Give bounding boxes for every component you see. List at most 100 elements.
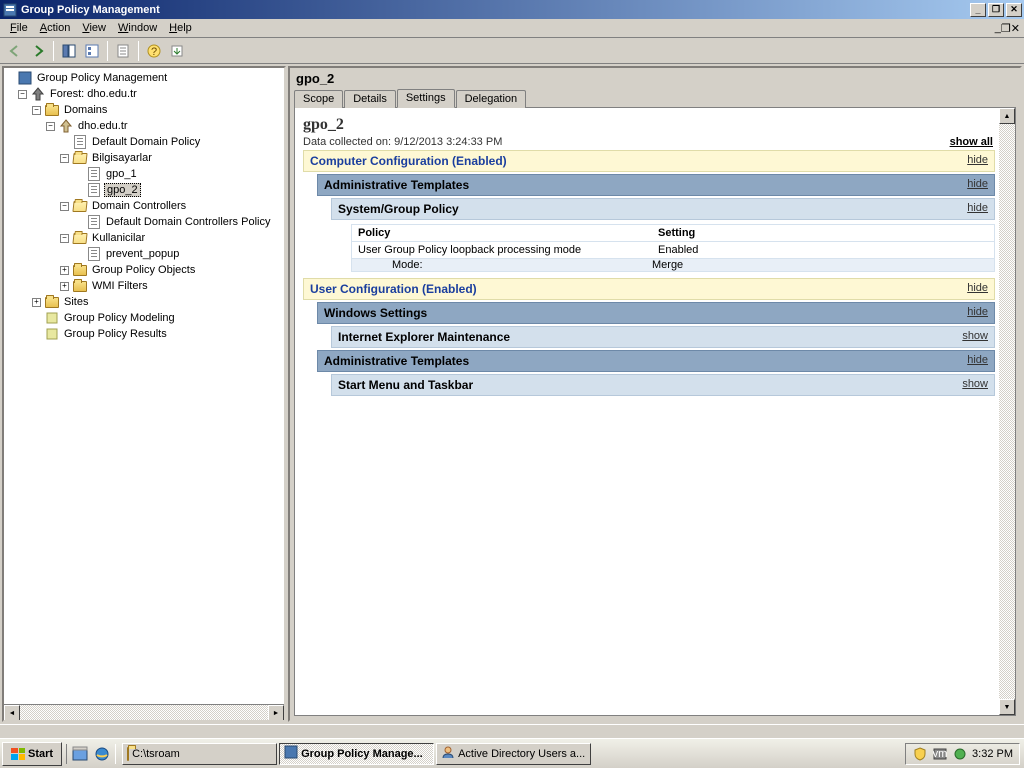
section-user-configuration[interactable]: User Configuration (Enabled) hide [303, 278, 995, 300]
window-titlebar: Group Policy Management _ ❐ ✕ [0, 0, 1024, 19]
windows-logo-icon [11, 748, 25, 760]
collapse-icon[interactable]: − [60, 154, 69, 163]
tree-ou-bilgisayarlar[interactable]: Bilgisayarlar [90, 152, 154, 164]
start-button[interactable]: Start [2, 742, 62, 766]
collapse-icon[interactable]: − [46, 122, 55, 131]
tree-ddcp[interactable]: Default Domain Controllers Policy [104, 216, 272, 228]
tree-forest[interactable]: Forest: dho.edu.tr [48, 88, 139, 100]
tree-gp-results[interactable]: Group Policy Results [62, 328, 169, 340]
ie-icon[interactable] [92, 744, 112, 764]
hide-link[interactable]: hide [967, 202, 988, 216]
menu-file[interactable]: File [4, 21, 34, 35]
help-button[interactable]: ? [143, 40, 165, 62]
collapse-icon[interactable]: − [60, 234, 69, 243]
scroll-left-button[interactable]: ◄ [4, 705, 20, 721]
folder-icon [44, 102, 60, 118]
collapse-icon[interactable]: − [18, 90, 27, 99]
report-scrollbar[interactable]: ▲ ▼ [999, 108, 1015, 715]
tree-sites[interactable]: Sites [62, 296, 90, 308]
svg-text:vm: vm [933, 748, 947, 760]
section-computer-configuration[interactable]: Computer Configuration (Enabled) hide [303, 150, 995, 172]
tree-domains[interactable]: Domains [62, 104, 109, 116]
tree-gp-modeling[interactable]: Group Policy Modeling [62, 312, 177, 324]
tree-ou-kullanicilar[interactable]: Kullanicilar [90, 232, 147, 244]
scroll-down-button[interactable]: ▼ [999, 699, 1015, 715]
tab-delegation[interactable]: Delegation [456, 90, 527, 108]
tree-horizontal-scrollbar[interactable]: ◄ ► [4, 704, 284, 720]
restore-button[interactable]: ❐ [988, 3, 1004, 17]
export-button[interactable] [166, 40, 188, 62]
gpo-link-icon [86, 182, 102, 198]
menu-help[interactable]: Help [163, 21, 198, 35]
show-desktop-icon[interactable] [70, 744, 90, 764]
tree-domain[interactable]: dho.edu.tr [76, 120, 130, 132]
forward-button[interactable] [27, 40, 49, 62]
scroll-up-button[interactable]: ▲ [999, 108, 1015, 124]
tree-ddp[interactable]: Default Domain Policy [90, 136, 202, 148]
toolbar: ? [0, 38, 1024, 64]
section-ie-maintenance[interactable]: Internet Explorer Maintenance show [331, 326, 995, 348]
section-system-group-policy[interactable]: System/Group Policy hide [331, 198, 995, 220]
close-button[interactable]: ✕ [1006, 3, 1022, 17]
show-all-link[interactable]: show all [950, 136, 993, 148]
show-link[interactable]: show [962, 378, 988, 392]
menu-view[interactable]: View [76, 21, 112, 35]
taskbar-item-aduc[interactable]: Active Directory Users a... [436, 743, 591, 765]
tab-scope[interactable]: Scope [294, 90, 343, 108]
tree-prevent-popup[interactable]: prevent_popup [104, 248, 181, 260]
expand-icon[interactable]: + [60, 282, 69, 291]
tree-gpo1[interactable]: gpo_1 [104, 168, 139, 180]
mdi-close-button[interactable]: ✕ [1011, 22, 1020, 35]
section-start-menu-taskbar[interactable]: Start Menu and Taskbar show [331, 374, 995, 396]
show-link[interactable]: show [962, 330, 988, 344]
taskbar-item-explorer[interactable]: C:\tsroam [122, 743, 277, 765]
refresh-button[interactable] [112, 40, 134, 62]
col-policy: Policy [352, 225, 652, 241]
ou-icon [72, 150, 88, 166]
taskbar-item-gpmc[interactable]: Group Policy Manage... [279, 743, 434, 765]
tree-root[interactable]: Group Policy Management [35, 72, 169, 84]
mode-label: Mode: [352, 259, 652, 271]
properties-button[interactable] [81, 40, 103, 62]
security-shield-icon[interactable] [912, 746, 928, 762]
tree-wmi-filters[interactable]: WMI Filters [90, 280, 150, 292]
scroll-track[interactable] [20, 705, 268, 720]
show-hide-tree-button[interactable] [58, 40, 80, 62]
details-title: gpo_2 [290, 68, 1020, 89]
hide-link[interactable]: hide [967, 354, 988, 368]
menu-window[interactable]: Window [112, 21, 163, 35]
console-tree[interactable]: Group Policy Management −Forest: dho.edu… [4, 68, 284, 704]
folder-icon [72, 278, 88, 294]
system-tray: vm 3:32 PM [905, 743, 1020, 765]
expand-icon[interactable]: + [32, 298, 41, 307]
expand-icon[interactable]: + [60, 266, 69, 275]
tree-gpo-objects[interactable]: Group Policy Objects [90, 264, 197, 276]
back-button[interactable] [4, 40, 26, 62]
scroll-right-button[interactable]: ► [268, 705, 284, 721]
taskbar-clock[interactable]: 3:32 PM [972, 748, 1013, 760]
gpmc-icon [284, 745, 298, 762]
section-admin-templates-user[interactable]: Administrative Templates hide [317, 350, 995, 372]
tab-settings[interactable]: Settings [397, 89, 455, 108]
vm-tools-icon[interactable]: vm [932, 746, 948, 762]
collapse-icon[interactable]: − [32, 106, 41, 115]
section-admin-templates[interactable]: Administrative Templates hide [317, 174, 995, 196]
hide-link[interactable]: hide [967, 282, 988, 296]
minimize-button[interactable]: _ [970, 3, 986, 17]
network-icon[interactable] [952, 746, 968, 762]
col-setting: Setting [652, 225, 994, 241]
scroll-track[interactable] [999, 124, 1015, 699]
hide-link[interactable]: hide [967, 306, 988, 320]
hide-link[interactable]: hide [967, 178, 988, 192]
tree-dc[interactable]: Domain Controllers [90, 200, 188, 212]
ou-icon [72, 198, 88, 214]
collapse-icon[interactable]: − [60, 202, 69, 211]
tree-gpo2-selected[interactable]: gpo_2 [104, 183, 141, 197]
hide-link[interactable]: hide [967, 154, 988, 168]
quick-launch [66, 744, 116, 764]
mode-value: Merge [652, 259, 994, 271]
mdi-restore-button[interactable]: ❐ [1001, 22, 1011, 35]
menu-action[interactable]: Action [34, 21, 77, 35]
tab-details[interactable]: Details [344, 90, 396, 108]
section-windows-settings[interactable]: Windows Settings hide [317, 302, 995, 324]
